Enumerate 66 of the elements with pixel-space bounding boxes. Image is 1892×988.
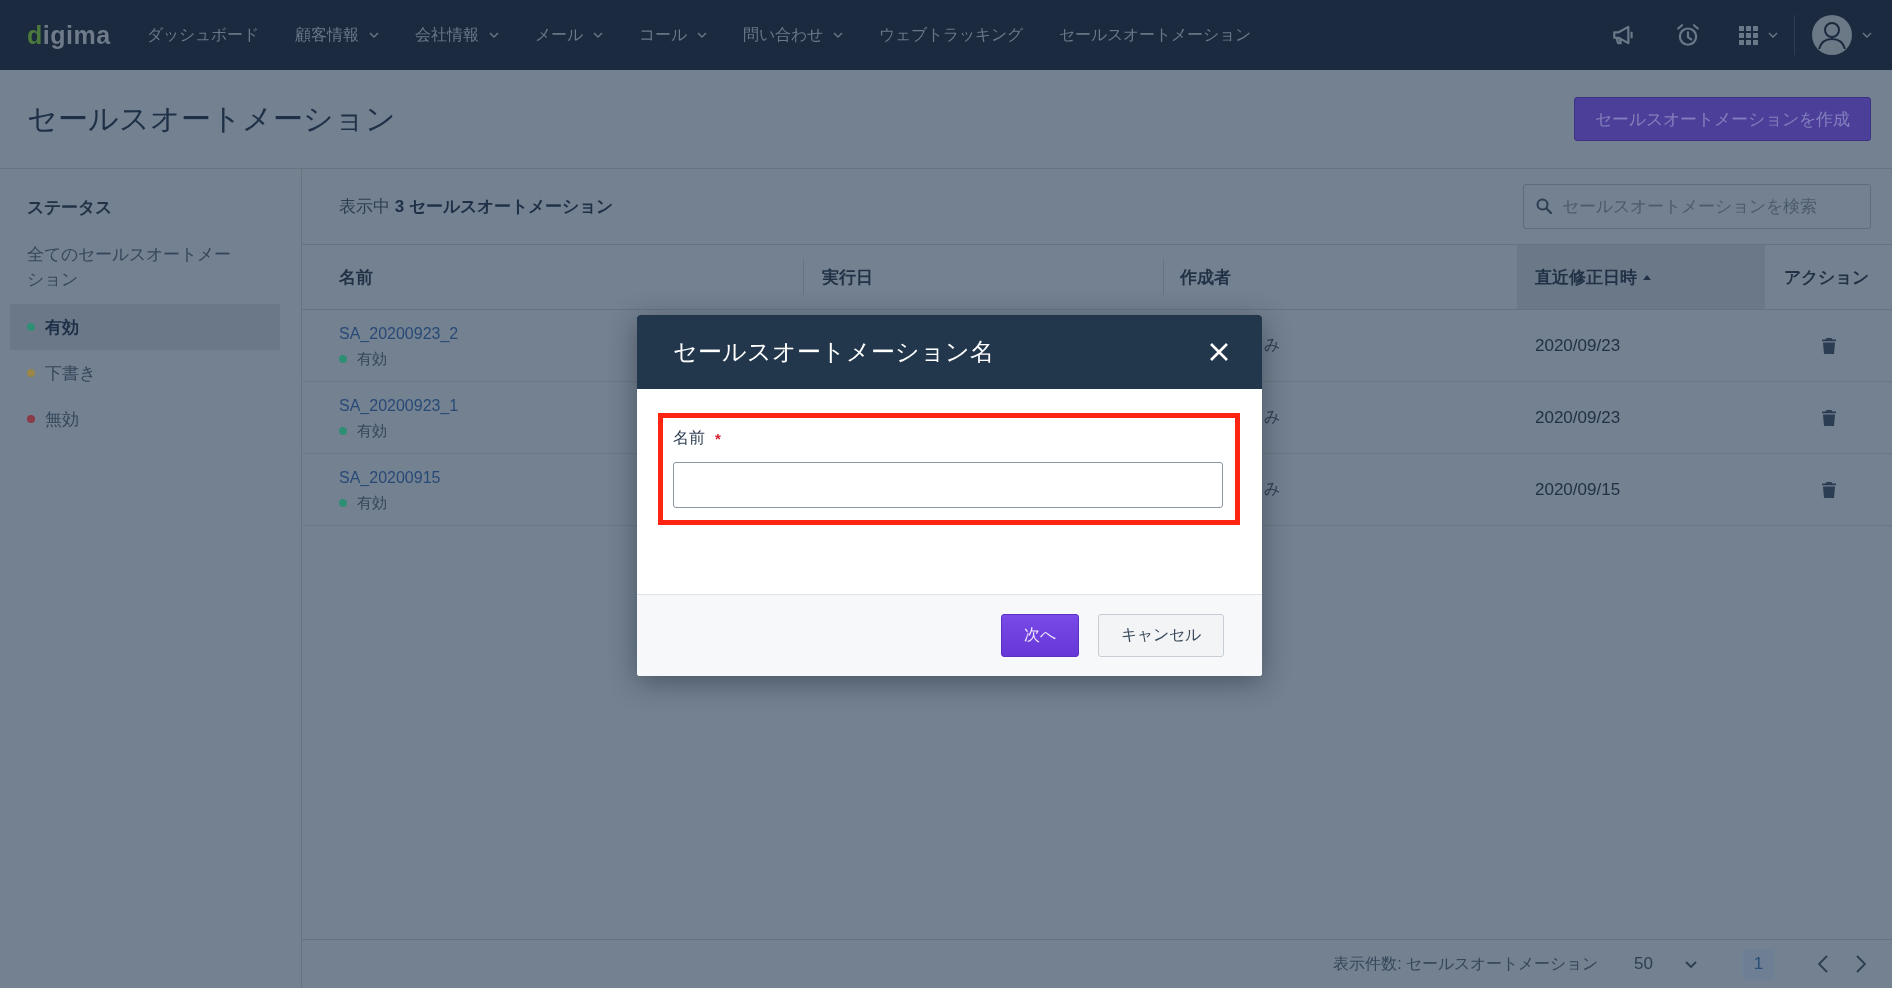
search-icon	[1536, 198, 1552, 214]
creator-name: み	[1264, 479, 1280, 499]
trash-icon[interactable]	[1821, 481, 1836, 498]
required-mark: *	[715, 429, 721, 447]
logo[interactable]: digima	[27, 20, 111, 50]
sidebar-item[interactable]: 全てのセールスオートメーション	[10, 242, 280, 292]
nav-menu-item[interactable]: セールスオートメーション	[1058, 24, 1251, 46]
trash-icon[interactable]	[1821, 409, 1836, 426]
caret-icon	[488, 32, 499, 38]
sidebar-item-label: 下書き	[45, 362, 96, 385]
sidebar-item-label: 全てのセールスオートメーション	[27, 244, 232, 291]
close-icon[interactable]	[1209, 342, 1229, 362]
caret-icon[interactable]	[1862, 32, 1872, 38]
field-label: 名前	[673, 427, 705, 448]
sidebar-item[interactable]: 下書き	[10, 350, 280, 396]
caret-icon	[368, 32, 379, 38]
per-page-label: 表示件数: セールスオートメーション	[1333, 953, 1599, 974]
trash-icon[interactable]	[1821, 337, 1836, 354]
sidebar-item-label: 有効	[45, 316, 79, 339]
status-label: 有効	[357, 348, 387, 369]
status-label: 有効	[357, 492, 387, 513]
avatar-icon[interactable]	[1812, 15, 1852, 55]
name-input-field[interactable]	[673, 462, 1223, 508]
sidebar-heading: ステータス	[26, 197, 113, 219]
caret-icon	[832, 32, 843, 38]
caret-icon[interactable]	[1768, 32, 1778, 38]
page-button[interactable]: 1	[1743, 948, 1774, 980]
apps-grid-icon[interactable]	[1739, 25, 1758, 45]
column-header[interactable]: 名前	[302, 245, 803, 309]
nav-menu-item[interactable]: 顧客情報	[294, 24, 379, 46]
sort-up-icon	[1643, 274, 1651, 280]
nav-menu-item[interactable]: コール	[638, 24, 707, 46]
result-summary: 表示中 3 セールスオートメーション	[339, 196, 613, 218]
sidebar-item[interactable]: 無効	[10, 396, 280, 442]
page-title: セールスオートメーション	[27, 100, 396, 137]
modified-date: 2020/09/15	[1534, 479, 1621, 500]
automation-name-link[interactable]: SA_20200923_2	[339, 321, 459, 345]
nav-menu-item[interactable]: 会社情報	[414, 24, 499, 46]
creator-name: み	[1264, 407, 1280, 427]
creator-name: み	[1264, 335, 1280, 355]
column-header[interactable]: アクション	[1765, 245, 1892, 309]
next-button[interactable]: 次へ	[1001, 614, 1079, 657]
chevron-right-icon[interactable]	[1856, 955, 1866, 973]
sidebar-item[interactable]: 有効	[10, 304, 280, 350]
chevron-left-icon[interactable]	[1818, 955, 1828, 973]
automation-name-link[interactable]: SA_20200915	[339, 465, 441, 489]
caret-icon	[696, 32, 707, 38]
nav-menu-item[interactable]: ダッシュボード	[146, 24, 259, 46]
column-header[interactable]: 直近修正日時	[1517, 245, 1765, 309]
cancel-button[interactable]: キャンセル	[1098, 614, 1224, 657]
nav-menu-item[interactable]: ウェブトラッキング	[878, 24, 1023, 46]
automation-name-link[interactable]: SA_20200923_1	[339, 393, 459, 417]
caret-icon	[592, 32, 603, 38]
alarm-clock-icon[interactable]	[1675, 22, 1701, 48]
modified-date: 2020/09/23	[1534, 407, 1621, 428]
dialog-title: セールスオートメーション名	[673, 337, 994, 367]
column-header[interactable]: 作成者	[1163, 245, 1517, 309]
nav-menu-item[interactable]: 問い合わせ	[742, 24, 843, 46]
sidebar-item-label: 無効	[45, 408, 79, 431]
per-page-select[interactable]: 50	[1630, 954, 1701, 974]
nav-menu-item[interactable]: メール	[534, 24, 603, 46]
column-header[interactable]: 実行日	[803, 245, 1163, 309]
caret-icon	[1685, 960, 1697, 968]
modified-date: 2020/09/23	[1534, 335, 1621, 356]
create-button[interactable]: セールスオートメーションを作成	[1574, 97, 1871, 141]
status-label: 有効	[357, 420, 387, 441]
